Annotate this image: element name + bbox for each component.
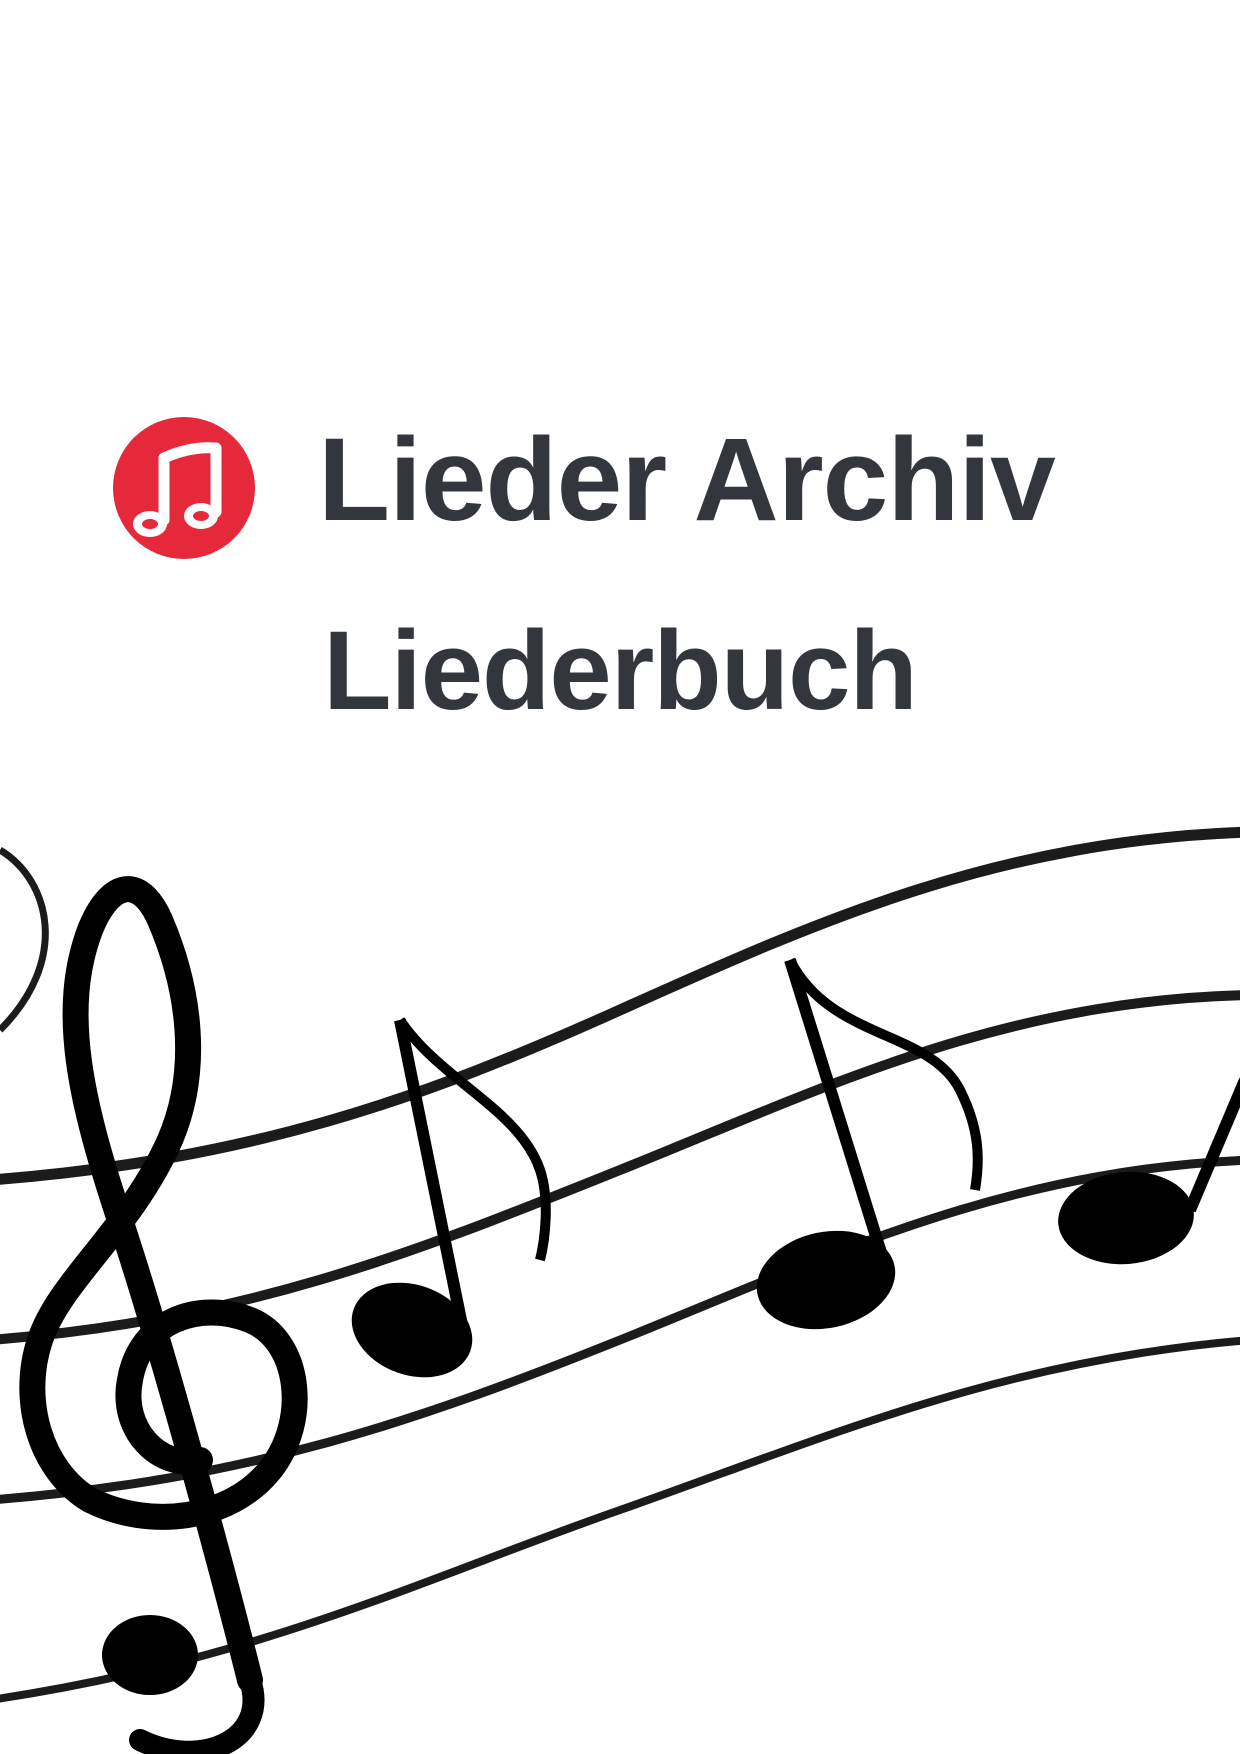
eighth-note <box>1058 1077 1240 1265</box>
eighth-note <box>756 957 983 1330</box>
treble-clef <box>19 876 308 1693</box>
clef-tail-dot <box>102 1615 198 1695</box>
partial-clef-shape <box>0 847 49 1033</box>
brand-name: Lieder Archiv <box>318 414 1056 546</box>
sheet-music-staff-icon <box>0 826 1240 1754</box>
brand-header: Lieder Archiv <box>112 413 1056 563</box>
music-note-icon <box>113 417 255 559</box>
page-title: Liederbuch <box>323 608 918 733</box>
